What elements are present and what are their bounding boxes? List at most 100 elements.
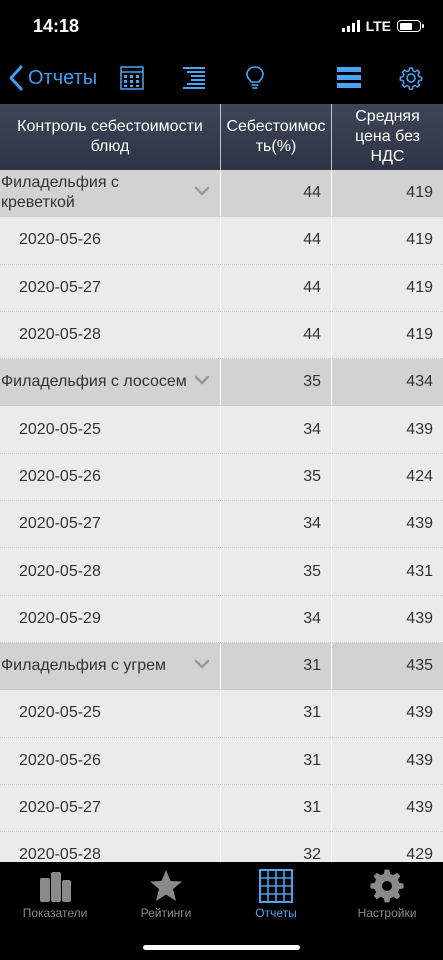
dish-name: Филадельфия с лососем [0, 359, 221, 406]
avg-price-cell: 434 [406, 373, 433, 391]
date-cell: 2020-05-28 [0, 832, 221, 862]
chevron-down-icon[interactable] [194, 375, 210, 385]
star-icon [150, 870, 182, 901]
avg-price-cell: 429 [406, 846, 433, 862]
cell-text: 2020-05-28 [19, 846, 101, 862]
table-row[interactable]: 2020-05-26 44 419 [0, 217, 443, 265]
table-row[interactable]: 2020-05-27 44 419 [0, 264, 443, 312]
status-time: 14:18 [33, 16, 80, 36]
cell-text: Филадельфия с угрем [1, 657, 166, 675]
date-cell: 2020-05-27 [0, 501, 221, 548]
cell-text: 2020-05-27 [19, 515, 101, 533]
cell-text: 2020-05-25 [19, 704, 101, 722]
cost-percent-cell: 32 [221, 832, 332, 862]
network-label: LTE [365, 18, 391, 34]
cost-percent-cell: 44 [221, 217, 332, 264]
group-row[interactable]: Филадельфия с креветкой 44 419 [0, 170, 443, 218]
avg-price-cell: 419 [406, 326, 433, 344]
date-cell: 2020-05-28 [0, 548, 221, 595]
chevron-down-icon[interactable] [194, 659, 210, 669]
signal-icon [341, 20, 360, 32]
column-header-dish[interactable]: Контроль себестоимости блюд [0, 104, 221, 170]
cost-percent-cell: 34 [221, 501, 332, 548]
battery-icon [397, 20, 424, 32]
table-row[interactable]: 2020-05-28 44 419 [0, 311, 443, 360]
tab-label: Отчеты [255, 906, 297, 920]
date-cell: 2020-05-26 [0, 453, 221, 501]
cell-text: 2020-05-26 [19, 231, 101, 249]
chevron-down-icon[interactable] [194, 186, 210, 196]
cost-percent-cell: 34 [221, 595, 332, 642]
lightbulb-icon[interactable] [242, 65, 268, 91]
home-indicator[interactable] [143, 945, 300, 950]
calculator-grid-icon[interactable] [119, 65, 145, 91]
list-view-icon[interactable] [336, 65, 362, 91]
cell-text: Филадельфия с креветкой [1, 174, 119, 212]
tab-ratings[interactable]: Рейтинги [111, 862, 221, 920]
align-right-icon[interactable] [181, 65, 207, 91]
grid-icon [259, 869, 293, 903]
date-cell: 2020-05-26 [0, 217, 221, 264]
date-cell: 2020-05-26 [0, 737, 221, 784]
tab-indicators[interactable]: Показатели [0, 862, 110, 920]
cost-percent-cell: 34 [221, 406, 332, 453]
cell-text: 2020-05-26 [19, 467, 101, 485]
cell-text: 2020-05-28 [19, 326, 101, 344]
dashboard-icon [40, 872, 71, 902]
cell-text: 2020-05-25 [19, 420, 101, 438]
back-button[interactable]: Отчеты [8, 64, 97, 92]
cell-text: 2020-05-29 [19, 609, 101, 627]
cost-percent-cell: 35 [221, 548, 332, 595]
table-row[interactable]: 2020-05-27 34 439 [0, 501, 443, 549]
cell-text: 2020-05-27 [19, 278, 101, 296]
table-row[interactable]: 2020-05-27 31 439 [0, 784, 443, 833]
cell-text: 2020-05-27 [19, 799, 101, 816]
avg-price-cell: 439 [406, 704, 433, 722]
avg-price-cell: 439 [406, 751, 433, 769]
table-body[interactable]: Филадельфия с креветкой 44 419 2020-05-26 44… [0, 170, 443, 862]
tab-label: Настройки [357, 906, 417, 920]
table-row[interactable]: 2020-05-26 31 439 [0, 737, 443, 785]
group-row[interactable]: Филадельфия с угрем 31 435 [0, 642, 443, 691]
cell-text: 2020-05-28 [19, 562, 101, 580]
avg-price-cell: 419 [406, 231, 433, 249]
avg-price-cell: 439 [406, 799, 433, 816]
status-indicators: LTE [341, 18, 424, 34]
cost-percent-cell: 35 [221, 453, 332, 501]
column-header-avg-price[interactable]: Средняя цена без НДС [332, 104, 443, 170]
avg-price-cell: 439 [406, 609, 433, 627]
date-cell: 2020-05-29 [0, 595, 221, 642]
table-row[interactable]: 2020-05-29 34 439 [0, 595, 443, 643]
cost-percent-cell: 31 [221, 784, 332, 832]
avg-price-cell: 431 [406, 562, 433, 580]
nav-bar: Отчеты [0, 52, 443, 104]
cost-percent-cell: 31 [221, 690, 332, 737]
cost-percent-cell: 44 [221, 264, 332, 311]
avg-price-cell: 424 [406, 467, 433, 485]
table-row[interactable]: 2020-05-28 35 431 [0, 548, 443, 596]
tab-settings[interactable]: Настройки [332, 862, 442, 920]
table-row[interactable]: 2020-05-26 35 424 [0, 453, 443, 502]
group-row[interactable]: Филадельфия с лососем 35 434 [0, 359, 443, 407]
column-header-cost-percent[interactable]: Себестоимос ть(%) [221, 104, 332, 170]
table-row[interactable]: 2020-05-28 32 429 [0, 832, 443, 862]
tab-label: Показатели [22, 906, 88, 920]
date-cell: 2020-05-27 [0, 784, 221, 832]
cost-percent-cell: 44 [221, 170, 332, 217]
avg-price-cell: 419 [406, 184, 433, 202]
table-row[interactable]: 2020-05-25 31 439 [0, 690, 443, 738]
cost-percent-cell: 35 [221, 359, 332, 406]
dish-name: Филадельфия с креветкой [0, 170, 221, 217]
cost-percent-cell: 44 [221, 311, 332, 359]
date-cell: 2020-05-27 [0, 264, 221, 311]
status-bar: 14:18 LTE [0, 0, 443, 52]
cell-text: 2020-05-26 [19, 751, 101, 769]
date-cell: 2020-05-25 [0, 406, 221, 453]
cell-text: Филадельфия с лососем [1, 373, 187, 391]
tab-reports[interactable]: Отчеты [221, 862, 331, 920]
chevron-left-icon [9, 65, 23, 91]
settings-gear-icon[interactable] [398, 65, 424, 91]
back-label: Отчеты [28, 66, 98, 89]
date-cell: 2020-05-28 [0, 311, 221, 359]
table-row[interactable]: 2020-05-25 34 439 [0, 406, 443, 454]
